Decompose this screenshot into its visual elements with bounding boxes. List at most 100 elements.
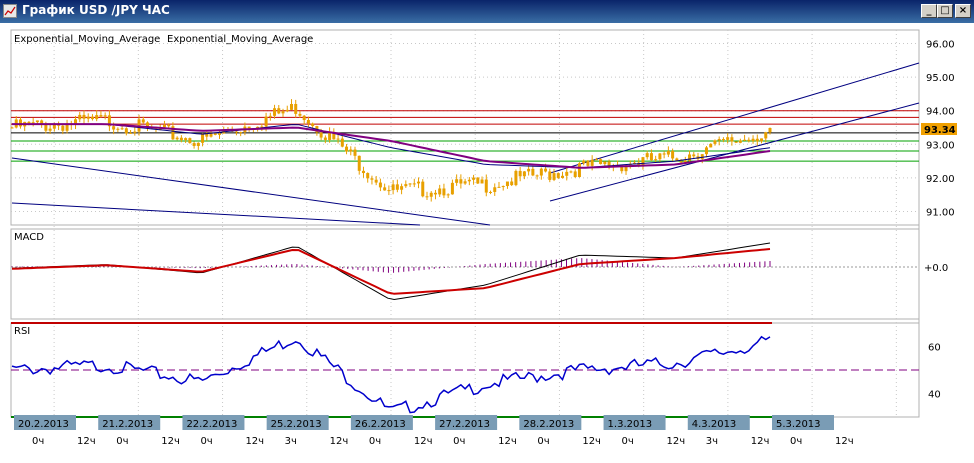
candle-body	[90, 116, 94, 120]
date-label-text: 5.3.2013	[776, 419, 821, 430]
candle-body	[192, 143, 196, 146]
candle-body	[679, 161, 683, 163]
candle-body	[552, 173, 556, 180]
title-bar[interactable]: График USD /JPY ЧАС _ □ ×	[0, 0, 974, 23]
candle-body	[129, 132, 133, 134]
candle-body	[599, 159, 603, 165]
candle-body	[387, 190, 391, 192]
hour-label: 12ч	[330, 436, 349, 447]
candle-body	[764, 132, 768, 139]
candle-body	[196, 142, 200, 146]
date-label-text: 27.2.2013	[439, 419, 490, 430]
candle-body	[476, 177, 480, 184]
candle-body	[184, 138, 188, 141]
candle-body	[336, 138, 340, 140]
hour-label: 0ч	[622, 436, 634, 447]
candle-body	[514, 170, 518, 186]
date-label: 1.3.2013	[603, 415, 666, 430]
date-label-text: 4.3.2013	[692, 419, 737, 430]
date-label-text: 26.2.2013	[355, 419, 406, 430]
candle-body	[61, 125, 65, 131]
candle-body	[467, 179, 471, 182]
candle-body	[48, 128, 52, 131]
hour-label: 12ч	[835, 436, 854, 447]
chart-area[interactable]: 96.00 95.00 94.00 93.00 92.00 91.00 +0.0 60 40 2…	[0, 23, 974, 463]
chart-canvas[interactable]: 96.00 95.00 94.00 93.00 92.00 91.00 +0.0 60 40 2…	[0, 23, 974, 463]
hour-label: 12ч	[582, 436, 601, 447]
candle-body	[518, 170, 522, 177]
candle-body	[751, 138, 755, 142]
candle-body	[179, 137, 183, 141]
candle-body	[345, 146, 349, 152]
candle-body	[234, 131, 238, 133]
candle-body	[86, 116, 90, 119]
candle-body	[548, 171, 552, 180]
candle-body	[52, 124, 56, 129]
candle-body	[455, 179, 459, 183]
candle-body	[594, 159, 598, 161]
candle-body	[162, 124, 166, 128]
candle-body	[573, 171, 577, 178]
hour-label: 0ч	[200, 436, 212, 447]
candle-body	[366, 173, 370, 179]
candle-body	[112, 126, 116, 130]
price-tick-label: 91.00	[926, 208, 955, 219]
date-label: 22.2.2013	[182, 415, 245, 430]
candle-body	[319, 132, 323, 138]
candle-body	[438, 188, 442, 195]
window-title: График USD /JPY ЧАС	[22, 3, 170, 17]
candle-body	[340, 138, 344, 147]
date-label-text: 21.2.2013	[102, 419, 153, 430]
candle-body	[353, 149, 357, 156]
candle-body	[78, 114, 82, 120]
hour-label: 0ч	[369, 436, 381, 447]
date-label-text: 20.2.2013	[18, 419, 69, 430]
candle-body	[556, 173, 560, 178]
candle-body	[395, 184, 399, 190]
candle-body	[603, 161, 607, 165]
candle-body	[417, 181, 421, 184]
candle-body	[497, 186, 501, 188]
rsi-panel-label: RSI	[14, 326, 30, 337]
candle-body	[539, 168, 543, 176]
candle-body	[489, 191, 493, 193]
maximize-button[interactable]: □	[937, 4, 953, 18]
minimize-button[interactable]: _	[921, 4, 937, 18]
candle-body	[217, 133, 221, 135]
candle-body	[82, 114, 86, 119]
candle-body	[666, 150, 670, 155]
candle-body	[277, 108, 281, 114]
hour-label: 12ч	[161, 436, 180, 447]
candle-body	[662, 153, 666, 155]
date-label: 21.2.2013	[98, 415, 161, 430]
x-axis: 20.2.2013 21.2.2013 22.2.2013 25.2.2013 26.2…	[14, 415, 854, 447]
candle-body	[565, 171, 569, 176]
candle-body	[289, 103, 293, 110]
hour-label: 12ч	[751, 436, 770, 447]
candle-body	[408, 183, 412, 185]
candle-body	[459, 179, 463, 184]
candle-body	[311, 123, 315, 127]
price-tick-label: 96.00	[926, 39, 955, 50]
candle-body	[302, 115, 306, 121]
candle-body	[31, 122, 35, 124]
candle-body	[425, 196, 429, 198]
price-tick-label: 92.00	[926, 174, 955, 185]
hour-label: 12ч	[245, 436, 264, 447]
close-button[interactable]: ×	[955, 4, 971, 18]
hour-label: 0ч	[537, 436, 549, 447]
candle-body	[175, 137, 179, 140]
candle-body	[700, 154, 704, 160]
candle-body	[323, 137, 327, 140]
candle-body	[527, 168, 531, 172]
candle-body	[213, 133, 217, 135]
candle-body	[654, 159, 658, 161]
candle-body	[734, 141, 738, 143]
hour-label: 12ч	[667, 436, 686, 447]
candle-body	[730, 137, 734, 142]
candle-body	[586, 160, 590, 166]
date-label: 27.2.2013	[435, 415, 498, 430]
candle-body	[510, 181, 514, 186]
candle-body	[374, 179, 378, 183]
candle-body	[349, 149, 353, 152]
